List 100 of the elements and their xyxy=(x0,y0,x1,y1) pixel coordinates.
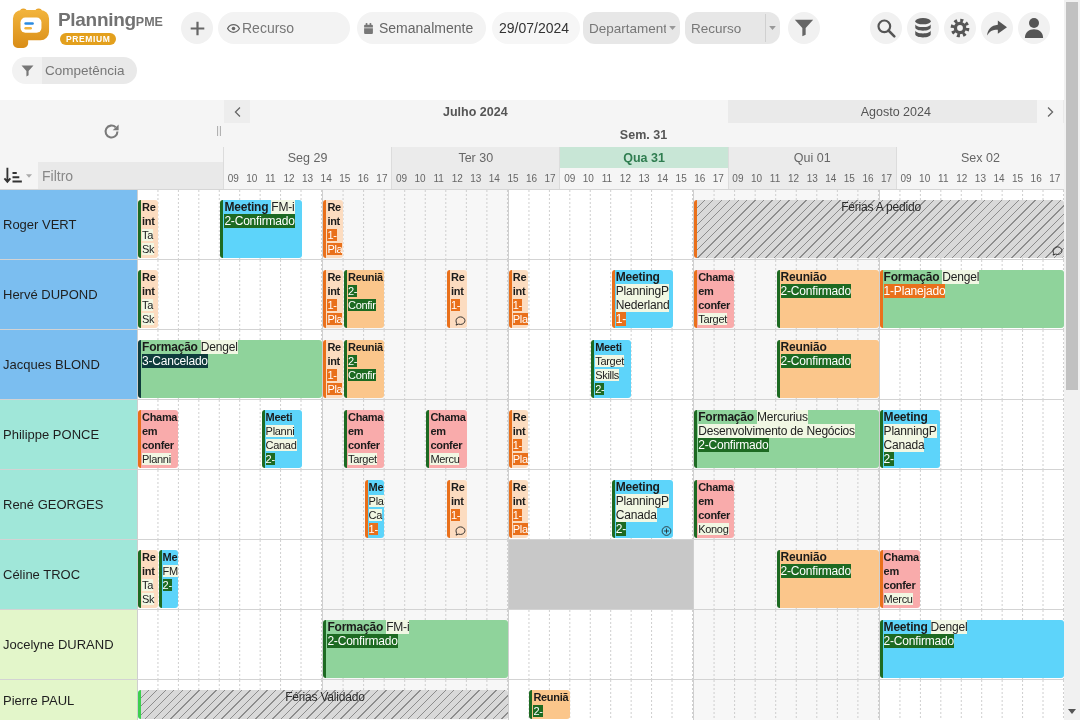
calendar-event[interactable]: Chama em confer Planni xyxy=(138,410,179,468)
hour-label: 09 xyxy=(899,172,913,186)
resource-search-field[interactable]: Recurso xyxy=(218,12,350,44)
share-button[interactable] xyxy=(981,12,1013,44)
add-button[interactable] xyxy=(181,12,213,44)
event-status: 2-Confirmado xyxy=(780,284,851,298)
database-button[interactable] xyxy=(907,12,939,44)
event-title: int xyxy=(512,425,526,437)
hour-label: 15 xyxy=(506,172,520,186)
calendar-event[interactable]: Reunião 2-Confirmado xyxy=(776,340,879,398)
event-detail: PlanningP xyxy=(883,424,937,438)
hour-label: 09 xyxy=(226,172,240,186)
event-status: 2-Confirmado xyxy=(698,438,769,452)
skill-filter-field[interactable]: Competência xyxy=(42,57,137,84)
event-detail: Pla xyxy=(368,495,384,507)
next-button[interactable] xyxy=(1037,100,1063,123)
event-title: Re xyxy=(142,551,156,563)
hour-label: 10 xyxy=(749,172,764,186)
resource-dropdown[interactable]: Recurso xyxy=(685,12,780,44)
hour-label: 16 xyxy=(356,172,370,186)
calendar-event[interactable]: Re int Ta Sk xyxy=(138,550,158,608)
calendar-event[interactable]: Re int Ta Sk xyxy=(138,200,158,258)
calendar-event[interactable]: Re int 1- Pla xyxy=(508,270,529,328)
event-title: int xyxy=(451,495,464,507)
calendar-event[interactable]: Chama em confer Target xyxy=(694,270,735,328)
settings-button[interactable] xyxy=(944,12,976,44)
calendar-event[interactable]: Me FM 2- xyxy=(158,550,179,608)
calendar-event[interactable]: Meeti Target Skills 2- xyxy=(591,340,632,398)
calendar-event[interactable]: Chama em confer Target xyxy=(344,410,385,468)
calendar-event[interactable]: Reuniã 2- xyxy=(529,690,570,719)
calendar-event[interactable]: Re int 1- xyxy=(447,270,467,328)
caret-icon xyxy=(769,26,776,30)
calendar-event[interactable]: Reunião 2-Confirmado xyxy=(776,550,879,608)
event-title: Reunião xyxy=(780,340,827,354)
event-title: Férias A pedido xyxy=(841,200,921,214)
filter-button[interactable] xyxy=(788,12,820,44)
scrollbar-thumb[interactable] xyxy=(1066,2,1078,390)
comment-icon[interactable] xyxy=(454,526,466,536)
absence-event[interactable]: Férias Validado xyxy=(138,690,508,719)
day-header[interactable]: Qua 31 xyxy=(560,147,728,168)
calendar-event[interactable]: Formação Dengel 1-Planejado xyxy=(879,270,1064,328)
event-title: Chama xyxy=(883,551,919,563)
event-detail: PlanningP xyxy=(615,494,669,508)
logo-icon xyxy=(12,8,50,48)
calendar-icon xyxy=(363,22,374,34)
date-field[interactable]: 29/07/2024 xyxy=(492,12,580,44)
event-status: 1- xyxy=(615,312,627,326)
scroll-down-icon[interactable] xyxy=(1068,709,1076,714)
calendar-event[interactable]: Formação Dengel 3-Cancelado xyxy=(138,340,323,398)
calendar-event[interactable]: Meeti Planni Canad 2- xyxy=(261,410,302,468)
event-title: Meeti xyxy=(595,341,622,353)
view-select[interactable]: Semanalmente xyxy=(357,12,486,44)
event-detail: FM-i xyxy=(271,200,295,214)
calendar-event[interactable]: Re int 1- Pla xyxy=(508,480,529,538)
caret-icon xyxy=(26,173,32,178)
event-title: em xyxy=(698,495,714,507)
search-button[interactable] xyxy=(870,12,902,44)
hour-label: 16 xyxy=(1029,172,1043,186)
hour-label: 11 xyxy=(600,172,614,186)
event-status: 1- xyxy=(327,229,337,241)
calendar-event[interactable]: Reunião 2-Confirmado xyxy=(776,270,879,328)
calendar-event[interactable]: Formação Mercurius Desenvolvimento de Negócios 2-Confirmado xyxy=(694,410,879,468)
day-header[interactable]: Qui 01 xyxy=(728,147,896,168)
calendar-event[interactable]: Reuniã 2- Confir xyxy=(344,270,385,328)
hour-label: 10 xyxy=(413,172,427,186)
calendar-event[interactable]: Re int Ta Sk xyxy=(138,270,158,328)
event-status: 2- xyxy=(348,285,358,297)
calendar-event[interactable]: Meeting Dengel 2-Confirmado xyxy=(879,620,1064,678)
add-circle-icon[interactable] xyxy=(660,526,672,536)
event-status: 2- xyxy=(883,452,894,466)
calendar-event[interactable]: Chama em confer Mercu xyxy=(426,410,467,468)
day-header[interactable]: Seg 29 xyxy=(224,147,392,168)
calendar-event[interactable]: Re int 1- xyxy=(447,480,467,538)
event-status: Pla xyxy=(512,523,528,535)
event-title: confer xyxy=(142,439,174,451)
calendar-event[interactable]: Formação FM-i 2-Confirmado xyxy=(323,620,508,678)
comment-icon[interactable] xyxy=(454,316,466,326)
resize-handle-icon[interactable] xyxy=(217,126,221,136)
calendar-event[interactable]: Meeting PlanningP Nederland 1- xyxy=(611,270,673,328)
event-detail: Dengel xyxy=(200,340,238,354)
previous-button[interactable] xyxy=(224,100,250,123)
hour-label: 11 xyxy=(937,172,950,186)
user-button[interactable] xyxy=(1018,12,1050,44)
event-detail: FM-i xyxy=(386,620,410,634)
event-title: em xyxy=(698,285,714,297)
filter-field[interactable]: Filtro xyxy=(38,162,223,189)
calendar-event[interactable]: Meeting PlanningP Canada 2- xyxy=(611,480,673,538)
absence-event[interactable]: Férias A pedido xyxy=(694,200,1064,258)
day-header[interactable]: Ter 30 xyxy=(392,147,560,168)
skill-filter-button[interactable] xyxy=(12,57,42,84)
calendar-event[interactable]: Re int 1- Pla xyxy=(508,410,529,468)
day-header[interactable]: Sex 02 xyxy=(896,147,1064,168)
calendar-event[interactable]: Reuniã 2- Confir xyxy=(344,340,385,398)
chevron-left-icon xyxy=(233,105,241,118)
calendar-event[interactable]: Meeting FM-i 2-Confirmado xyxy=(220,200,302,258)
hour-label: 11 xyxy=(264,172,277,186)
comment-icon[interactable] xyxy=(1052,246,1063,256)
scrollbar[interactable] xyxy=(1064,0,1080,720)
calendar-event[interactable]: Chama em confer Konog xyxy=(694,480,735,538)
calendar-event[interactable]: Chama em confer Mercu xyxy=(879,550,920,608)
